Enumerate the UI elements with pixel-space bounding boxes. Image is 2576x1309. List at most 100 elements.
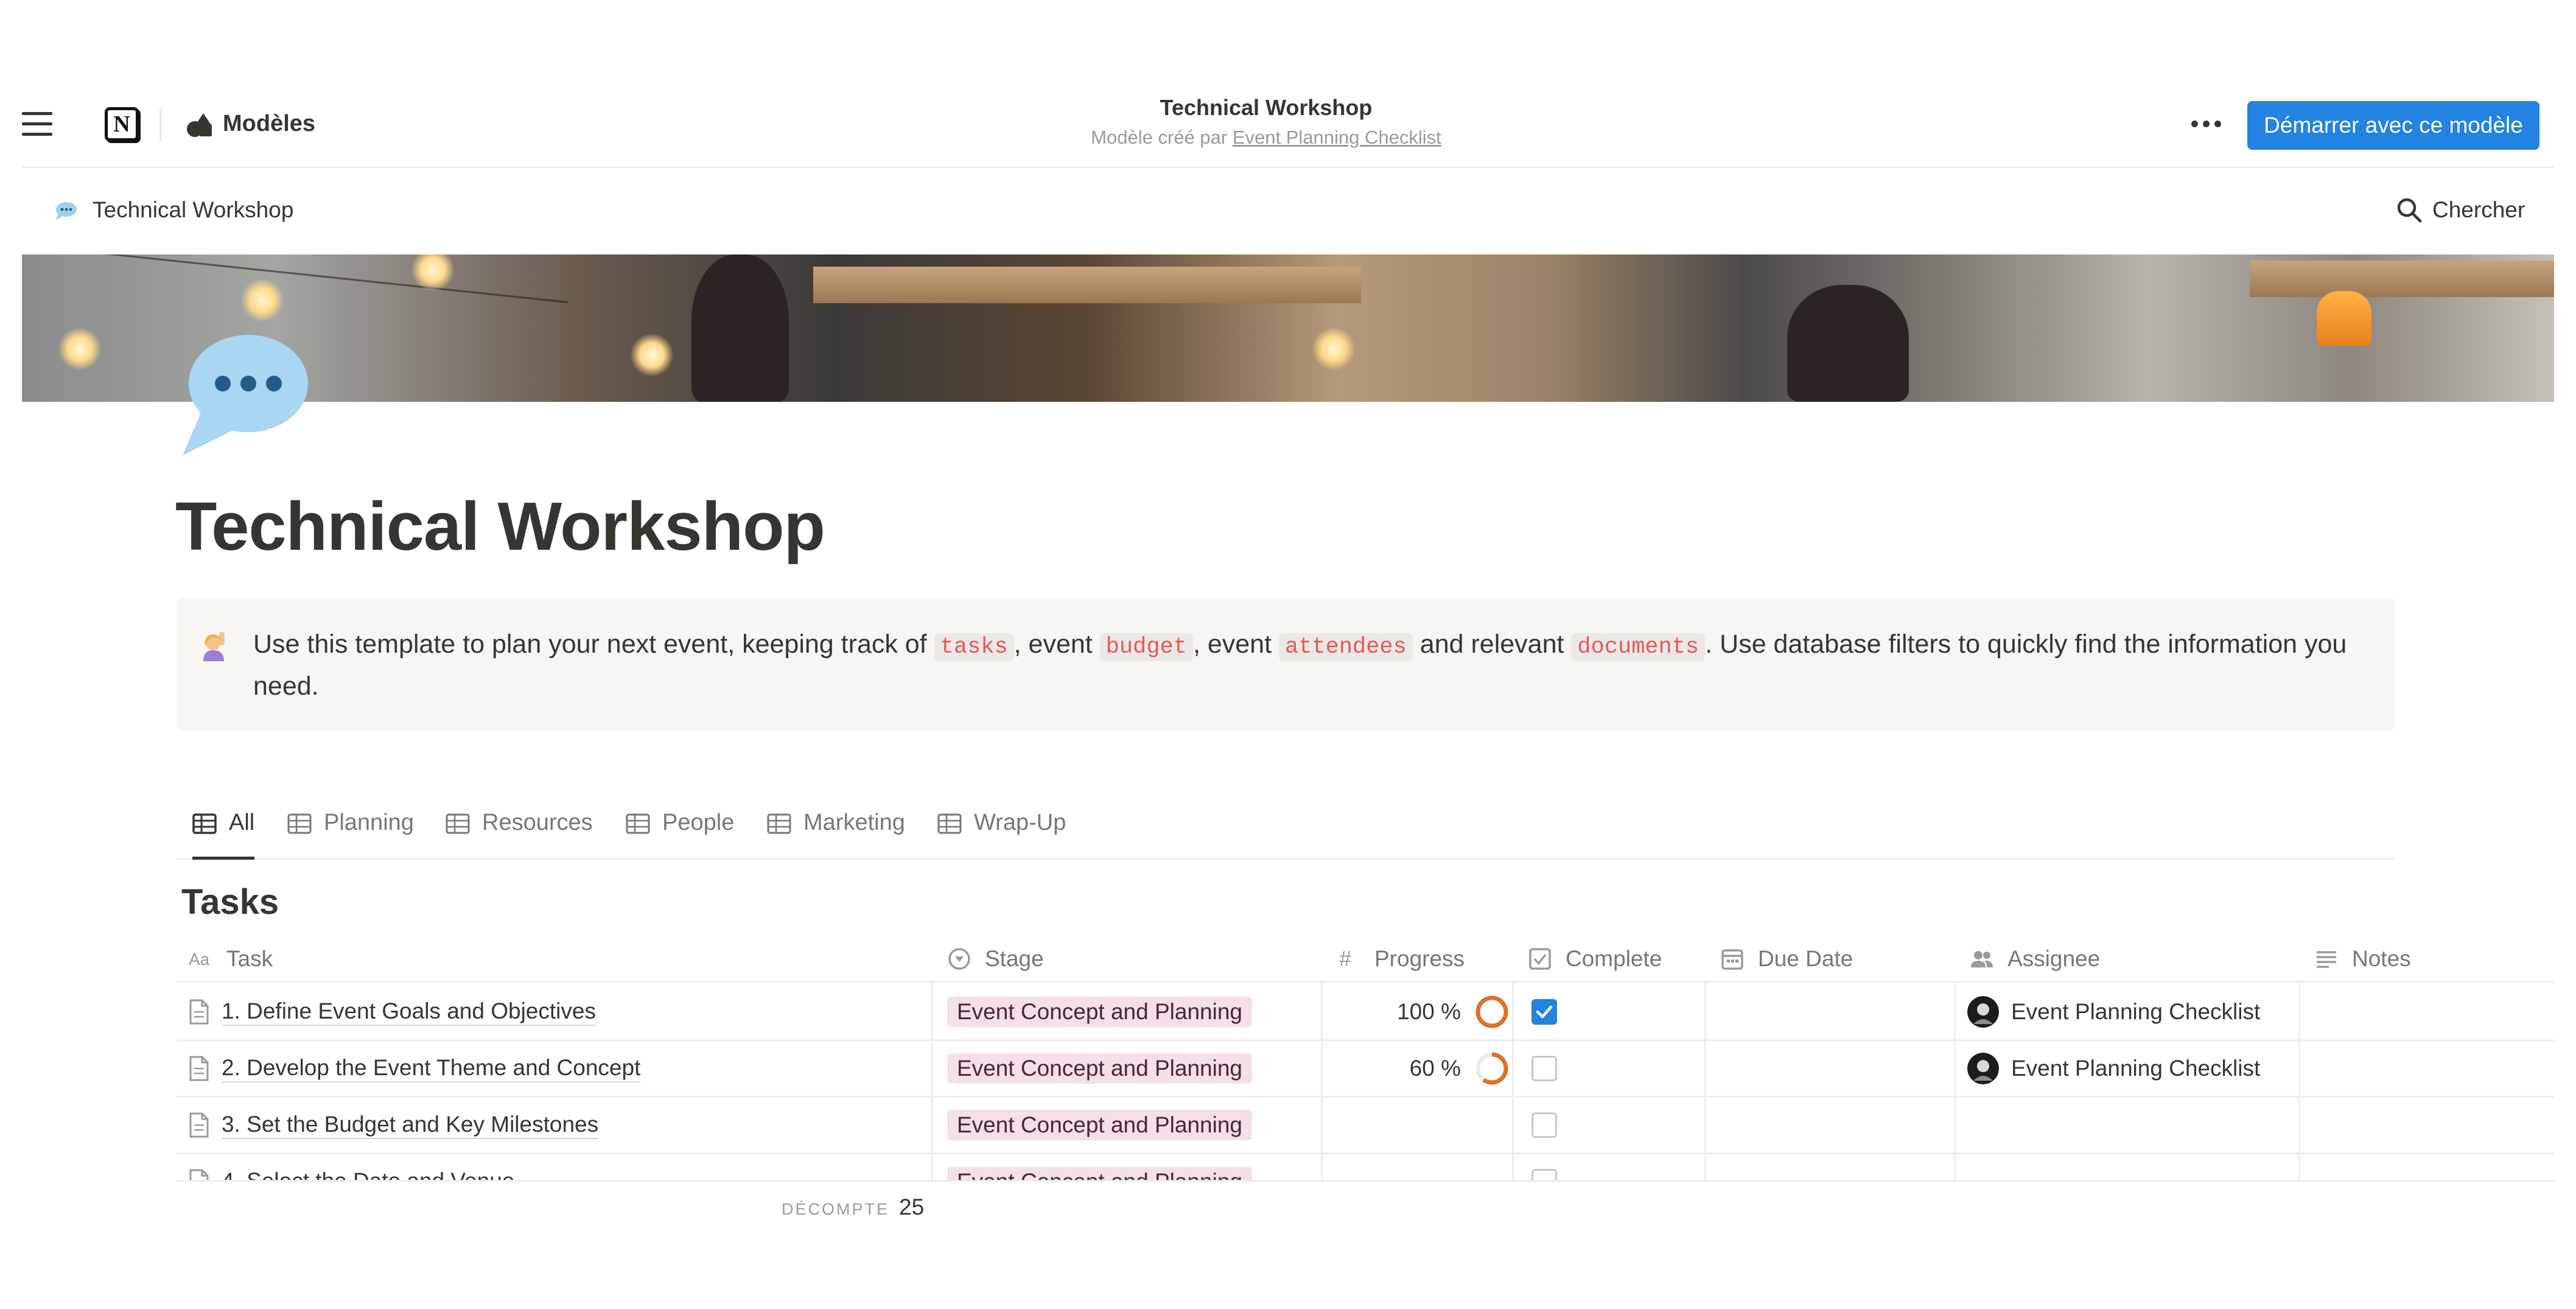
row-count: DÉCOMPTE 25 <box>782 1195 924 1220</box>
count-label: DÉCOMPTE <box>782 1200 890 1218</box>
task-cell[interactable]: 3. Set the Budget and Key Milestones <box>189 1098 599 1153</box>
assignee-cell[interactable]: Event Planning Checklist <box>1967 1041 2260 1096</box>
callout-text-part: , event <box>1192 630 1272 659</box>
column-label: Stage <box>985 946 1044 971</box>
column-header-task[interactable]: Aa Task <box>177 935 273 983</box>
search-label: Chercher <box>2432 197 2525 222</box>
table-footer-divider <box>177 1180 2554 1182</box>
progress-value: 100 % <box>1397 999 1461 1024</box>
callout-text-part: and relevant <box>1419 630 1564 659</box>
column-header-stage[interactable]: Stage <box>935 935 1044 983</box>
template-header: Technical Workshop Modèle créé par Event… <box>779 95 1753 149</box>
template-credit: Modèle créé par Event Planning Checklist <box>779 127 1753 149</box>
text-property-icon: Aa <box>189 950 210 969</box>
column-header-complete[interactable]: Complete <box>1516 935 1662 983</box>
credit-author-link[interactable]: Event Planning Checklist <box>1233 127 1441 148</box>
tab-all[interactable]: All <box>192 810 255 860</box>
assignee-name: Event Planning Checklist <box>2011 1056 2261 1081</box>
column-label: Task <box>226 946 273 971</box>
column-header-notes[interactable]: Notes <box>2302 935 2411 983</box>
cover-image <box>22 254 2554 402</box>
more-dots-icon[interactable] <box>2191 121 2222 128</box>
count-value: 25 <box>899 1195 925 1220</box>
progress-cell[interactable]: 100 % <box>1327 984 1510 1039</box>
task-name: 1. Define Event Goals and Objectives <box>222 998 596 1026</box>
avatar <box>1967 996 1999 1028</box>
column-header-assignee[interactable]: Assignee <box>1958 935 2100 983</box>
shapes-icon <box>187 113 212 137</box>
stage-cell[interactable]: Event Concept and Planning <box>947 984 1253 1039</box>
table-header: Aa Task Stage # Progress Complete Due Da… <box>177 935 2554 983</box>
table-row[interactable]: 3. Set the Budget and Key Milestones Eve… <box>177 1098 2554 1154</box>
start-with-template-button[interactable]: Démarrer avec ce modèle <box>2247 101 2539 150</box>
speech-bubble-icon <box>183 335 308 455</box>
speech-bubble-icon <box>56 202 77 220</box>
assignee-cell[interactable]: Event Planning Checklist <box>1967 984 2260 1039</box>
document-icon <box>189 1112 209 1138</box>
checkbox-property-icon <box>1529 948 1551 970</box>
menu-icon[interactable] <box>22 112 52 136</box>
checkbox-unchecked[interactable] <box>1531 1169 1557 1180</box>
document-icon <box>189 999 209 1025</box>
task-name: 3. Set the Budget and Key Milestones <box>222 1111 599 1139</box>
tab-label: Resources <box>482 810 593 835</box>
task-name: 2. Develop the Event Theme and Concept <box>222 1055 641 1083</box>
inline-code-tasks: tasks <box>934 633 1014 661</box>
callout-text: Use this template to plan your next even… <box>253 625 2359 706</box>
progress-value: 60 % <box>1409 1056 1461 1081</box>
stage-cell[interactable]: Event Concept and Planning <box>947 1098 1253 1153</box>
number-property-icon: # <box>1339 947 1351 971</box>
progress-cell[interactable]: 60 % <box>1327 1041 1510 1096</box>
task-cell[interactable]: 4. Select the Date and Venue <box>189 1154 514 1180</box>
column-header-due-date[interactable]: Due Date <box>1708 935 1853 983</box>
tab-people[interactable]: People <box>626 810 734 860</box>
table-icon <box>626 813 650 834</box>
search-icon <box>2397 198 2422 223</box>
tab-resources[interactable]: Resources <box>446 810 593 860</box>
database-view-tabs: All Planning Resources People Marketing … <box>177 802 2395 860</box>
column-header-progress[interactable]: # Progress <box>1325 935 1465 983</box>
tab-planning[interactable]: Planning <box>287 810 414 860</box>
column-label: Progress <box>1374 946 1465 971</box>
inline-code-budget: budget <box>1099 633 1193 661</box>
person-raising-hand-icon <box>203 632 225 661</box>
callout-text-part: , event <box>1013 630 1093 659</box>
table-icon <box>287 813 312 834</box>
page-title: Technical Workshop <box>175 488 825 564</box>
tab-label: All <box>229 810 255 835</box>
stage-tag: Event Concept and Planning <box>947 1110 1253 1140</box>
svg-text:Aa: Aa <box>189 950 210 969</box>
task-cell[interactable]: 1. Define Event Goals and Objectives <box>189 984 596 1039</box>
table-row[interactable]: 2. Develop the Event Theme and Concept E… <box>177 1041 2554 1098</box>
tab-label: Marketing <box>803 810 905 835</box>
progress-ring <box>1475 1052 1508 1085</box>
tab-label: Wrap-Up <box>974 810 1066 835</box>
tab-marketing[interactable]: Marketing <box>767 810 905 860</box>
breadcrumb-page-title[interactable]: Technical Workshop <box>93 197 293 223</box>
checkbox-unchecked[interactable] <box>1531 1056 1557 1081</box>
table-row[interactable]: 4. Select the Date and Venue Event Conce… <box>177 1154 2554 1180</box>
status-property-icon <box>948 948 970 970</box>
column-label: Due Date <box>1758 946 1853 971</box>
calendar-icon <box>1721 949 1743 970</box>
callout-text-part: Use this template to plan your next even… <box>253 630 927 659</box>
stage-cell[interactable]: Event Concept and Planning <box>947 1041 1253 1096</box>
text-lines-icon <box>2317 951 2336 968</box>
templates-link[interactable]: Modèles <box>223 111 315 137</box>
checkbox-checked[interactable] <box>1531 999 1557 1025</box>
notion-logo-icon[interactable]: N <box>105 107 139 141</box>
database-title: Tasks <box>181 882 279 922</box>
credit-prefix: Modèle créé par <box>1091 127 1228 148</box>
document-icon <box>189 1056 209 1081</box>
table-row[interactable]: 1. Define Event Goals and Objectives Eve… <box>177 984 2554 1041</box>
checkbox-unchecked[interactable] <box>1531 1112 1557 1138</box>
tab-wrap-up[interactable]: Wrap-Up <box>937 810 1066 860</box>
stage-tag: Event Concept and Planning <box>947 997 1253 1027</box>
search-button[interactable]: Chercher <box>2396 195 2525 225</box>
complete-cell <box>1531 984 1557 1039</box>
tab-label: People <box>662 810 735 835</box>
table-icon <box>446 813 470 834</box>
task-cell[interactable]: 2. Develop the Event Theme and Concept <box>189 1041 641 1096</box>
stage-cell[interactable]: Event Concept and Planning <box>947 1154 1253 1180</box>
callout-block: Use this template to plan your next even… <box>177 598 2395 731</box>
